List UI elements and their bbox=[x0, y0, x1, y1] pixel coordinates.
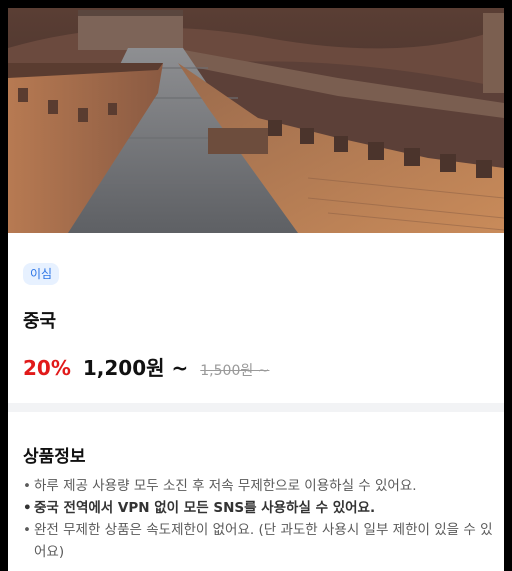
sale-price: 1,200원 ~ bbox=[82, 356, 189, 380]
price-row: 20% 1,200원 ~ 1,500원 ~ bbox=[23, 352, 269, 381]
esim-badge: 이심 bbox=[23, 263, 60, 285]
product-info-title: 상품정보 bbox=[23, 447, 86, 467]
product-summary: 이심 중국 20% 1,200원 ~ 1,500원 ~ bbox=[8, 233, 504, 403]
info-item: 하루 제공 사용량 모두 소진 후 저속 무제한으로 이용하실 수 있어요. bbox=[23, 475, 493, 497]
discount-rate: 20% bbox=[23, 356, 71, 380]
hero-image bbox=[8, 8, 504, 233]
info-item: 완전 무제한 상품은 속도제한이 없어요. (단 과도한 사용시 일부 제한이 … bbox=[23, 519, 493, 563]
product-info-list: 하루 제공 사용량 모두 소진 후 저속 무제한으로 이용하실 수 있어요. 중… bbox=[23, 475, 493, 563]
great-wall-photo bbox=[8, 8, 504, 233]
info-item: 중국 전역에서 VPN 없이 모든 SNS를 사용하실 수 있어요. bbox=[23, 497, 493, 519]
section-divider bbox=[8, 403, 504, 412]
product-info-section: 상품정보 하루 제공 사용량 모두 소진 후 저속 무제한으로 이용하실 수 있… bbox=[8, 412, 504, 571]
product-detail-page: 이심 중국 20% 1,200원 ~ 1,500원 ~ 상품정보 하루 제공 사… bbox=[8, 8, 504, 571]
product-name: 중국 bbox=[23, 311, 57, 332]
original-price: 1,500원 ~ bbox=[200, 363, 270, 379]
